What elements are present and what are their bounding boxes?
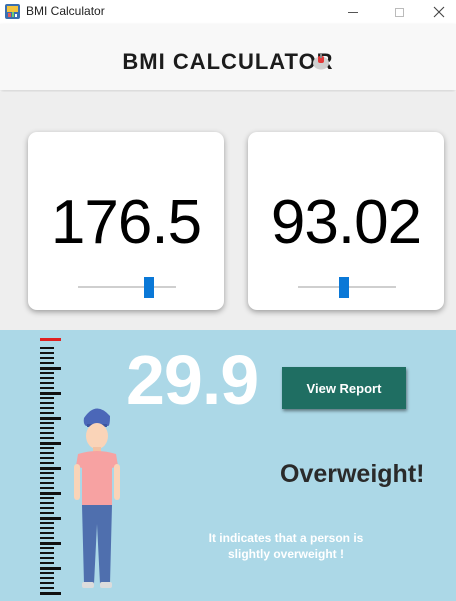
ruler-tick <box>40 397 54 399</box>
view-report-button[interactable]: View Report <box>282 367 406 409</box>
ruler-tick <box>40 462 54 464</box>
app-header: BMI CALCULATOR <box>0 24 456 90</box>
weight-value: 93.02 <box>270 188 422 257</box>
weight-slider-thumb[interactable] <box>339 277 350 298</box>
cursor-icon <box>313 54 329 70</box>
ruler-tick <box>40 582 54 584</box>
ruler-tick <box>40 382 54 384</box>
window-titlebar: BMI Calculator <box>0 0 456 24</box>
bmi-status: Overweight! <box>280 460 425 488</box>
ruler-tick <box>40 377 54 379</box>
ruler-tick <box>40 512 54 514</box>
ruler-tick <box>40 567 61 570</box>
ruler-tick <box>40 507 54 509</box>
ruler-tick <box>40 532 54 534</box>
result-area: 29.9 View Report Overweight! It indicate… <box>0 330 456 601</box>
ruler-tick <box>40 427 54 429</box>
ruler-marker <box>40 338 61 341</box>
minimize-icon <box>348 11 358 13</box>
ruler-tick <box>40 492 61 495</box>
ruler-tick <box>40 352 54 354</box>
ruler-tick <box>40 412 54 414</box>
ruler-tick <box>40 367 61 370</box>
ruler-tick <box>40 467 61 470</box>
ruler-tick <box>40 422 54 424</box>
ruler-tick <box>40 547 54 549</box>
ruler-tick <box>40 477 54 479</box>
ruler-tick <box>40 417 61 420</box>
ruler-tick <box>40 437 54 439</box>
height-ruler-icon <box>40 338 61 595</box>
window-title: BMI Calculator <box>26 4 105 18</box>
ruler-tick <box>40 347 54 349</box>
bmi-app-icon <box>5 4 20 19</box>
ruler-tick <box>40 497 54 499</box>
ruler-tick <box>40 402 54 404</box>
ruler-tick <box>40 482 54 484</box>
height-slider-thumb[interactable] <box>144 277 154 298</box>
ruler-tick <box>40 572 54 574</box>
ruler-tick <box>40 372 54 374</box>
ruler-tick <box>40 527 54 529</box>
height-slider-track[interactable] <box>78 286 176 288</box>
ruler-tick <box>40 447 54 449</box>
ruler-tick <box>40 432 54 434</box>
close-icon <box>433 6 445 18</box>
ruler-tick <box>40 517 61 520</box>
ruler-tick <box>40 442 61 445</box>
ruler-tick <box>40 452 54 454</box>
person-illustration <box>74 408 120 588</box>
ruler-tick <box>40 542 61 545</box>
bmi-value: 29.9 <box>126 341 259 419</box>
ruler-tick <box>40 487 54 489</box>
height-card: 176.5 <box>28 132 224 310</box>
ruler-tick <box>40 587 54 589</box>
close-button[interactable] <box>416 0 456 24</box>
ruler-tick <box>40 392 61 395</box>
ruler-tick <box>40 592 61 595</box>
ruler-tick <box>40 502 54 504</box>
ruler-tick <box>40 522 54 524</box>
ruler-tick <box>40 387 54 389</box>
maximize-icon <box>394 7 404 17</box>
ruler-tick <box>40 577 54 579</box>
ruler-tick <box>40 362 54 364</box>
ruler-tick <box>40 557 54 559</box>
ruler-tick <box>40 472 54 474</box>
ruler-tick <box>40 457 54 459</box>
minimize-button[interactable] <box>330 0 376 24</box>
ruler-tick <box>40 562 54 564</box>
ruler-tick <box>40 357 54 359</box>
ruler-tick <box>40 537 54 539</box>
weight-card: 93.02 <box>248 132 444 310</box>
app-title: BMI CALCULATOR <box>122 49 334 74</box>
ruler-tick <box>40 552 54 554</box>
input-area: 176.5 93.02 <box>0 92 456 330</box>
bmi-description: It indicates that a person is slightly o… <box>208 531 364 561</box>
ruler-tick <box>40 407 54 409</box>
height-value: 176.5 <box>50 188 202 257</box>
